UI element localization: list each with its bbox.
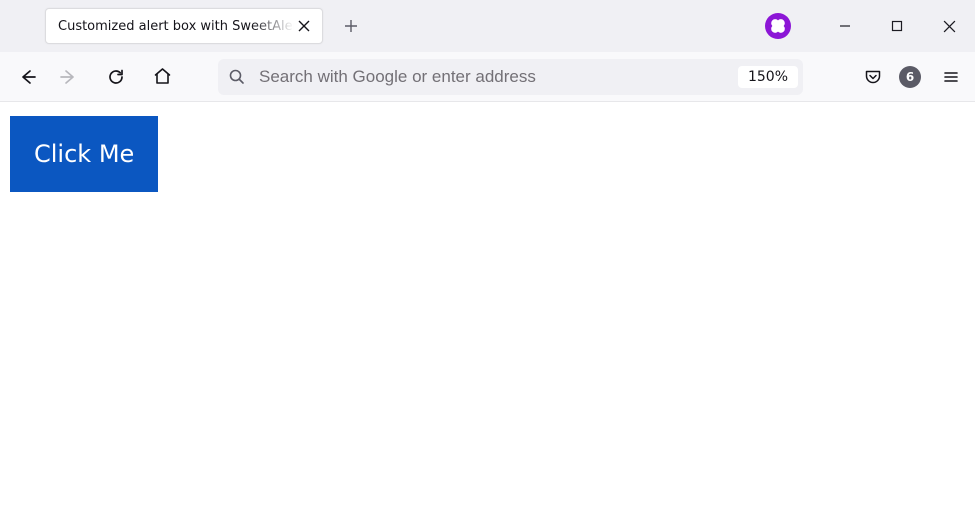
window-controls — [765, 0, 975, 52]
page-content: Click Me — [0, 102, 975, 206]
close-window-button[interactable] — [923, 6, 975, 46]
zoom-indicator[interactable]: 150% — [738, 66, 798, 88]
new-tab-button[interactable] — [337, 12, 365, 40]
tab-bar: Customized alert box with SweetAlert — [0, 0, 975, 52]
forward-button[interactable] — [50, 59, 86, 95]
back-button[interactable] — [10, 59, 46, 95]
search-icon — [228, 68, 245, 85]
close-icon[interactable] — [294, 16, 314, 36]
tab-title: Customized alert box with SweetAlert — [58, 19, 294, 34]
menu-button[interactable] — [933, 59, 969, 95]
url-bar[interactable]: 150% — [218, 59, 803, 95]
click-me-button[interactable]: Click Me — [10, 116, 158, 192]
profile-icon[interactable] — [765, 13, 791, 39]
address-input[interactable] — [259, 59, 738, 95]
reload-button[interactable] — [98, 59, 134, 95]
minimize-button[interactable] — [819, 6, 871, 46]
pocket-button[interactable] — [855, 59, 891, 95]
notification-badge[interactable]: 6 — [899, 66, 921, 88]
maximize-button[interactable] — [871, 6, 923, 46]
browser-tab[interactable]: Customized alert box with SweetAlert — [45, 8, 323, 44]
home-button[interactable] — [144, 59, 180, 95]
toolbar: 150% 6 — [0, 52, 975, 102]
